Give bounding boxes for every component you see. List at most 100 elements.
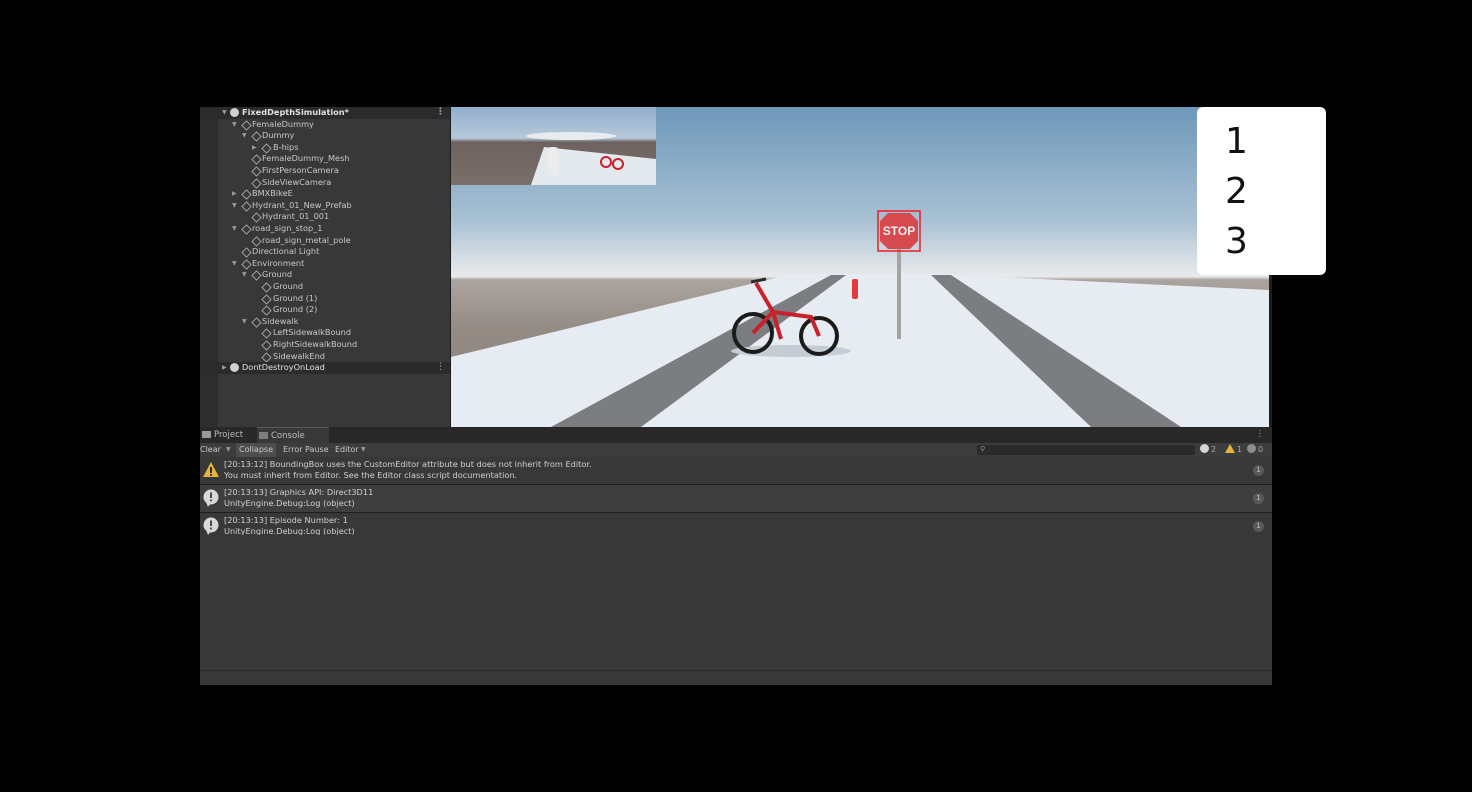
hierarchy-item[interactable]: ▼ Ground — [200, 269, 450, 281]
hierarchy-item[interactable]: FirstPersonCamera — [200, 165, 450, 177]
hierarchy-item[interactable]: SideViewCamera — [200, 177, 450, 189]
error-icon — [1247, 444, 1256, 453]
expand-arrow-icon[interactable]: ▼ — [232, 200, 237, 212]
hierarchy-item-label: Ground (1) — [273, 292, 318, 303]
dont-destroy-row[interactable]: ▶ DontDestroyOnLoad ⋮ — [200, 362, 450, 374]
hierarchy-item-label: BMXBikeE — [252, 188, 293, 199]
error-pause-button[interactable]: Error Pause — [283, 443, 329, 457]
side-view-camera-minimap — [451, 107, 656, 185]
hierarchy-item[interactable]: Directional Light — [200, 246, 450, 258]
gameobject-icon — [261, 352, 272, 363]
console-entry[interactable]: [20:13:13] Graphics API: Direct3D11 Unit… — [200, 485, 1272, 512]
expand-arrow-icon[interactable]: ▼ — [242, 269, 247, 281]
hierarchy-item[interactable]: ▼ FemaleDummy — [200, 119, 450, 131]
error-count-toggle[interactable]: 0 — [1247, 443, 1263, 457]
snow-ground — [451, 274, 1269, 427]
hierarchy-item[interactable]: ▶ BMXBikeE — [200, 188, 450, 200]
unity-editor: ▼ FixedDepthSimulation* ⋮ ▼ FemaleDummy ▼… — [200, 107, 1272, 685]
overlay-number: 1 — [1225, 121, 1248, 162]
collapse-arrow-icon[interactable]: ▶ — [252, 142, 257, 154]
folder-icon — [202, 431, 211, 438]
hierarchy-item-label: SidewalkEnd — [273, 350, 325, 361]
console-empty-area — [200, 535, 1272, 685]
info-count-toggle[interactable]: 2 — [1200, 443, 1216, 457]
warning-count: 1 — [1237, 445, 1243, 454]
hierarchy-item[interactable]: Ground (2) — [200, 304, 450, 316]
gameobject-icon — [241, 201, 252, 212]
hierarchy-item[interactable]: ▼ Sidewalk — [200, 316, 450, 328]
gameobject-icon — [251, 317, 262, 328]
tab-console[interactable]: Console — [257, 427, 329, 444]
console-search-input[interactable]: ⚲ — [977, 445, 1195, 455]
hierarchy-item[interactable]: Ground — [200, 281, 450, 293]
hierarchy-item[interactable]: SidewalkEnd — [200, 351, 450, 363]
collapse-arrow-icon[interactable]: ▶ — [222, 362, 227, 374]
scene-name: FixedDepthSimulation* — [242, 107, 349, 117]
unity-scene-icon — [230, 108, 239, 117]
gameobject-icon — [261, 282, 272, 293]
expand-arrow-icon[interactable]: ▼ — [232, 223, 237, 235]
warning-icon — [203, 462, 219, 477]
hierarchy-item-label: SideViewCamera — [262, 176, 332, 187]
collapse-button[interactable]: Collapse — [236, 443, 276, 457]
hierarchy-item[interactable]: ▼ Hydrant_01_New_Prefab — [200, 200, 450, 212]
stop-sign-text: STOP — [883, 224, 915, 238]
expand-arrow-icon[interactable]: ▼ — [242, 316, 247, 328]
console-toolbar: Clear ▼ Collapse Error Pause Editor ▼ ⚲ … — [200, 443, 1272, 457]
info-icon — [203, 489, 219, 507]
more-options-icon[interactable]: ⋮ — [436, 107, 445, 119]
warning-count-toggle[interactable]: 1 — [1225, 443, 1242, 457]
hierarchy-item-label: Ground — [273, 281, 304, 291]
expand-arrow-icon[interactable]: ▼ — [222, 107, 227, 119]
gameobject-icon — [251, 270, 262, 281]
gameobject-icon — [251, 178, 262, 189]
hierarchy-item[interactable]: FemaleDummy_Mesh — [200, 153, 450, 165]
more-options-icon[interactable]: ⋮ — [1256, 429, 1265, 439]
game-view[interactable]: STOP — [451, 107, 1269, 427]
minimap-snow-disc — [526, 132, 616, 140]
hierarchy-item[interactable]: ▼ road_sign_stop_1 — [200, 223, 450, 235]
hierarchy-item[interactable]: LeftSidewalkBound — [200, 327, 450, 339]
chevron-down-icon[interactable]: ▼ — [361, 443, 366, 457]
hierarchy-item[interactable]: Hydrant_01_001 — [200, 211, 450, 223]
console-entry[interactable]: [20:13:12] BoundingBox uses the CustomEd… — [200, 457, 1272, 484]
collapse-arrow-icon[interactable]: ▶ — [232, 188, 237, 200]
expand-arrow-icon[interactable]: ▼ — [232, 258, 237, 270]
hierarchy-item-label: FemaleDummy — [252, 118, 314, 129]
hierarchy-item[interactable]: ▼ Environment — [200, 258, 450, 270]
gameobject-icon — [261, 143, 272, 154]
console-icon — [259, 432, 268, 439]
gameobject-icon — [241, 189, 252, 200]
clear-button[interactable]: Clear — [200, 443, 221, 457]
hierarchy-item-label: FemaleDummy_Mesh — [262, 153, 350, 164]
hierarchy-item-label: FirstPersonCamera — [262, 165, 339, 175]
gameobject-icon — [261, 340, 272, 351]
hierarchy-item[interactable]: road_sign_metal_pole — [200, 235, 450, 247]
entry-count-badge: 1 — [1253, 493, 1264, 504]
hierarchy-item[interactable]: Ground (1) — [200, 293, 450, 305]
hierarchy-item-label: Environment — [252, 257, 305, 268]
gameobject-icon — [251, 131, 262, 142]
console-detail-divider — [200, 670, 1272, 671]
hierarchy-item[interactable]: ▶ B-hips — [200, 142, 450, 154]
gameobject-icon — [251, 154, 262, 165]
info-count: 2 — [1211, 445, 1217, 454]
hierarchy-item-label: Ground (2) — [273, 304, 318, 315]
gameobject-icon — [251, 166, 262, 177]
gameobject-icon — [261, 294, 272, 305]
expand-arrow-icon[interactable]: ▼ — [242, 130, 247, 142]
hierarchy-item[interactable]: ▼ Dummy — [200, 130, 450, 142]
entry-line1: [20:13:13] Graphics API: Direct3D11 — [224, 487, 374, 497]
entry-line2: UnityEngine.Debug:Log (object) — [224, 498, 355, 508]
entry-line1: [20:13:13] Episode Number: 1 — [224, 515, 348, 525]
clear-dropdown-icon[interactable]: ▼ — [226, 443, 231, 457]
tab-project-label: Project — [214, 430, 244, 440]
hierarchy-item-label: RightSidewalkBound — [273, 339, 358, 349]
expand-arrow-icon[interactable]: ▼ — [232, 119, 237, 131]
hierarchy-item[interactable]: RightSidewalkBound — [200, 339, 450, 351]
scene-row[interactable]: ▼ FixedDepthSimulation* ⋮ — [200, 107, 450, 119]
more-options-icon[interactable]: ⋮ — [436, 362, 445, 374]
hierarchy-item-label: Dummy — [262, 130, 295, 141]
hierarchy-item-label: Ground — [262, 269, 293, 280]
editor-dropdown[interactable]: Editor — [335, 443, 359, 457]
